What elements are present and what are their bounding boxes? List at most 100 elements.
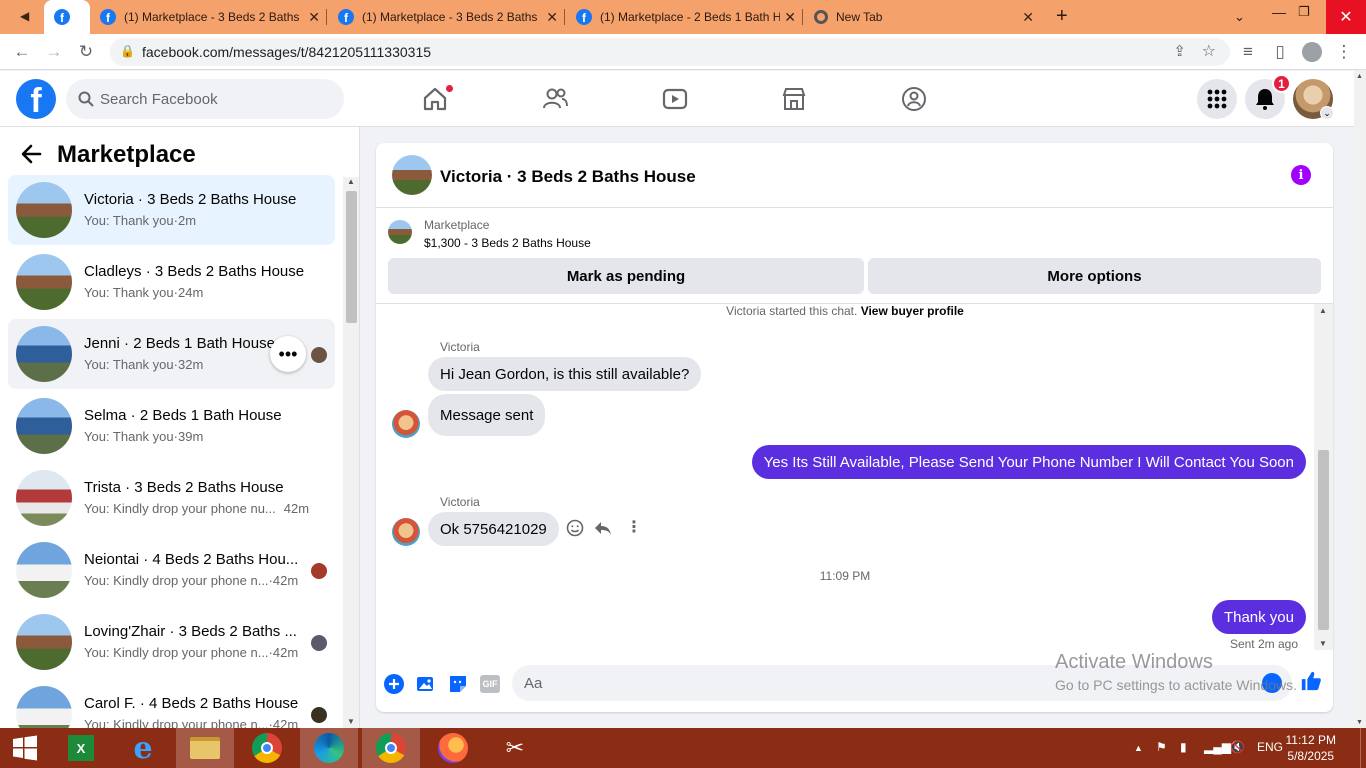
conversation-item[interactable]: Cladleys · 3 Beds 2 Baths House You: Tha… <box>8 247 335 317</box>
chrome-icon <box>252 733 282 763</box>
message-scroll-thumb[interactable] <box>1318 450 1329 630</box>
new-tab-plus-icon[interactable]: + <box>1056 5 1068 28</box>
minimize-icon[interactable]: — <box>1272 4 1286 20</box>
scroll-up-icon[interactable]: ▲ <box>1319 306 1327 315</box>
show-desktop-button[interactable] <box>1360 728 1366 768</box>
gif-icon[interactable]: GIF <box>479 673 501 695</box>
conversation-item[interactable]: Neiontai · 4 Beds 2 Baths Hou... You: Ki… <box>8 535 335 605</box>
sticker-icon[interactable] <box>447 673 469 695</box>
listing-small-thumbnail[interactable] <box>388 220 412 244</box>
react-emoji-icon[interactable] <box>566 519 584 542</box>
tray-language[interactable]: ENG <box>1257 740 1283 754</box>
conversation-item[interactable]: Victoria · 3 Beds 2 Baths House You: Tha… <box>8 175 335 245</box>
nav-watch-icon[interactable] <box>659 83 691 115</box>
photo-icon[interactable] <box>415 673 437 695</box>
reload-icon[interactable]: ↻ <box>76 42 96 62</box>
buyer-avatar <box>311 635 327 651</box>
taskbar-chrome-active[interactable] <box>362 728 420 768</box>
taskbar-edge[interactable] <box>300 728 358 768</box>
share-icon[interactable]: ⇪ <box>1173 42 1186 60</box>
tab-close-icon[interactable]: ✕ <box>784 9 796 26</box>
tab-new-tab[interactable]: New Tab ✕ <box>804 0 1040 34</box>
tab-close-icon[interactable]: ✕ <box>1022 9 1034 26</box>
outgoing-message[interactable]: Yes Its Still Available, Please Send You… <box>751 445 1306 479</box>
side-panel-icon[interactable]: ▯ <box>1270 42 1290 62</box>
close-window-icon[interactable]: ✕ <box>1326 0 1366 34</box>
chat-title[interactable]: Victoria · 3 Beds 2 Baths House <box>440 167 696 187</box>
conversation-item[interactable]: Jenni · 2 Beds 1 Bath House You: Thank y… <box>8 319 335 389</box>
tab-search-icon[interactable]: ◀ <box>20 9 29 23</box>
conversation-item[interactable]: Carol F. · 4 Beds 2 Baths House You: Kin… <box>8 679 335 728</box>
search-input[interactable]: Search Facebook <box>66 79 344 119</box>
chat-listing-thumbnail[interactable] <box>392 155 432 195</box>
info-icon[interactable]: i <box>1291 165 1311 185</box>
message-scrollbar[interactable]: ▲ ▼ <box>1314 304 1333 650</box>
back-arrow-icon[interactable] <box>20 143 42 170</box>
outgoing-message[interactable]: Thank you <box>1211 600 1306 634</box>
conversation-item[interactable]: Trista · 3 Beds 2 Baths House You: Kindl… <box>8 463 335 533</box>
scroll-down-icon[interactable]: ▼ <box>1319 639 1327 648</box>
browser-menu-icon[interactable]: ⋮ <box>1334 42 1354 62</box>
taskbar-clock[interactable]: 11:12 PM 5/8/2025 <box>1286 732 1336 764</box>
account-chevron-icon[interactable]: ⌄ <box>1320 106 1334 120</box>
scroll-up-icon[interactable]: ▲ <box>347 177 355 186</box>
sender-avatar[interactable] <box>392 410 420 438</box>
taskbar-firefox[interactable] <box>424 728 482 768</box>
incoming-message[interactable]: Hi Jean Gordon, is this still available? <box>428 357 702 391</box>
forward-arrow-icon[interactable]: → <box>44 42 64 62</box>
notifications-button[interactable]: 1 <box>1245 74 1291 119</box>
incoming-message[interactable]: Message sent <box>428 394 546 436</box>
incoming-message[interactable]: Ok 5756421029 <box>428 512 559 546</box>
start-button[interactable] <box>0 728 50 768</box>
reply-arrow-icon[interactable] <box>594 519 612 542</box>
tab-marketplace-3[interactable]: f (1) Marketplace - 2 Beds 1 Bath H ✕ <box>566 0 802 34</box>
taskbar-excel[interactable]: X <box>52 728 110 768</box>
listing-price[interactable]: $1,300 - 3 Beds 2 Baths House <box>424 236 591 250</box>
menu-grid-button[interactable] <box>1197 79 1237 119</box>
taskbar-app[interactable]: ✂ <box>486 728 544 768</box>
plus-circle-icon[interactable] <box>383 673 405 695</box>
tray-battery-icon[interactable]: ▮ <box>1180 740 1187 754</box>
scroll-down-icon[interactable]: ▼ <box>1356 719 1363 726</box>
profile-avatar-icon[interactable] <box>1302 42 1322 62</box>
bookmark-star-icon[interactable]: ☆ <box>1202 41 1216 61</box>
tab-marketplace-2[interactable]: f (1) Marketplace - 3 Beds 2 Baths ✕ <box>328 0 564 34</box>
back-arrow-icon[interactable]: ← <box>12 42 32 62</box>
conversation-preview: You: Thank you·39m <box>84 429 204 444</box>
message-more-icon[interactable]: ⋮ <box>626 517 642 537</box>
sender-avatar[interactable] <box>392 518 420 546</box>
taskbar-chrome[interactable] <box>238 728 296 768</box>
media-control-icon[interactable]: ≡ <box>1238 42 1258 62</box>
page-scrollbar[interactable]: ▲ ▼ <box>1354 71 1366 728</box>
conversation-options-button[interactable]: ••• <box>270 336 306 372</box>
tab-marketplace-1[interactable]: f (1) Marketplace - 3 Beds 2 Baths ✕ <box>90 0 326 34</box>
tab-close-icon[interactable]: ✕ <box>308 9 320 26</box>
mark-as-pending-button[interactable]: Mark as pending <box>388 258 864 294</box>
conversation-item[interactable]: Selma · 2 Beds 1 Bath House You: Thank y… <box>8 391 335 461</box>
more-options-button[interactable]: More options <box>868 258 1321 294</box>
restore-icon[interactable]: ❐ <box>1298 4 1310 20</box>
tray-overflow-icon[interactable]: ▲ <box>1134 743 1143 753</box>
taskbar-internet-explorer[interactable]: e <box>114 728 172 768</box>
chat-start-notice: Victoria started this chat. View buyer p… <box>726 304 964 318</box>
sidebar-scroll-thumb[interactable] <box>346 191 357 323</box>
address-bar[interactable]: 🔒 facebook.com/messages/t/84212051113303… <box>110 38 1230 66</box>
tab-active-facebook[interactable]: f <box>44 0 90 34</box>
facebook-logo-icon[interactable]: f <box>16 79 56 119</box>
nav-groups-icon[interactable] <box>898 83 930 115</box>
scroll-up-icon[interactable]: ▲ <box>1356 73 1363 80</box>
tray-flag-icon[interactable]: ⚑ <box>1156 740 1167 754</box>
nav-friends-icon[interactable] <box>539 83 571 115</box>
tray-volume-icon[interactable]: 🔇 <box>1230 740 1245 754</box>
taskbar-file-explorer[interactable] <box>176 728 234 768</box>
view-buyer-profile-link[interactable]: View buyer profile <box>861 304 964 318</box>
like-thumb-icon[interactable] <box>1300 670 1322 692</box>
sidebar-scrollbar[interactable]: ▲ ▼ <box>343 177 359 728</box>
tray-network-icon[interactable]: ▂▄▆ <box>1204 740 1231 754</box>
nav-home-icon[interactable] <box>419 83 453 115</box>
tab-search-chevron-icon[interactable]: ⌄ <box>1234 9 1245 25</box>
tab-close-icon[interactable]: ✕ <box>546 9 558 26</box>
conversation-item[interactable]: Loving'Zhair · 3 Beds 2 Baths ... You: K… <box>8 607 335 677</box>
scroll-down-icon[interactable]: ▼ <box>347 717 355 726</box>
nav-marketplace-icon[interactable] <box>778 83 810 115</box>
